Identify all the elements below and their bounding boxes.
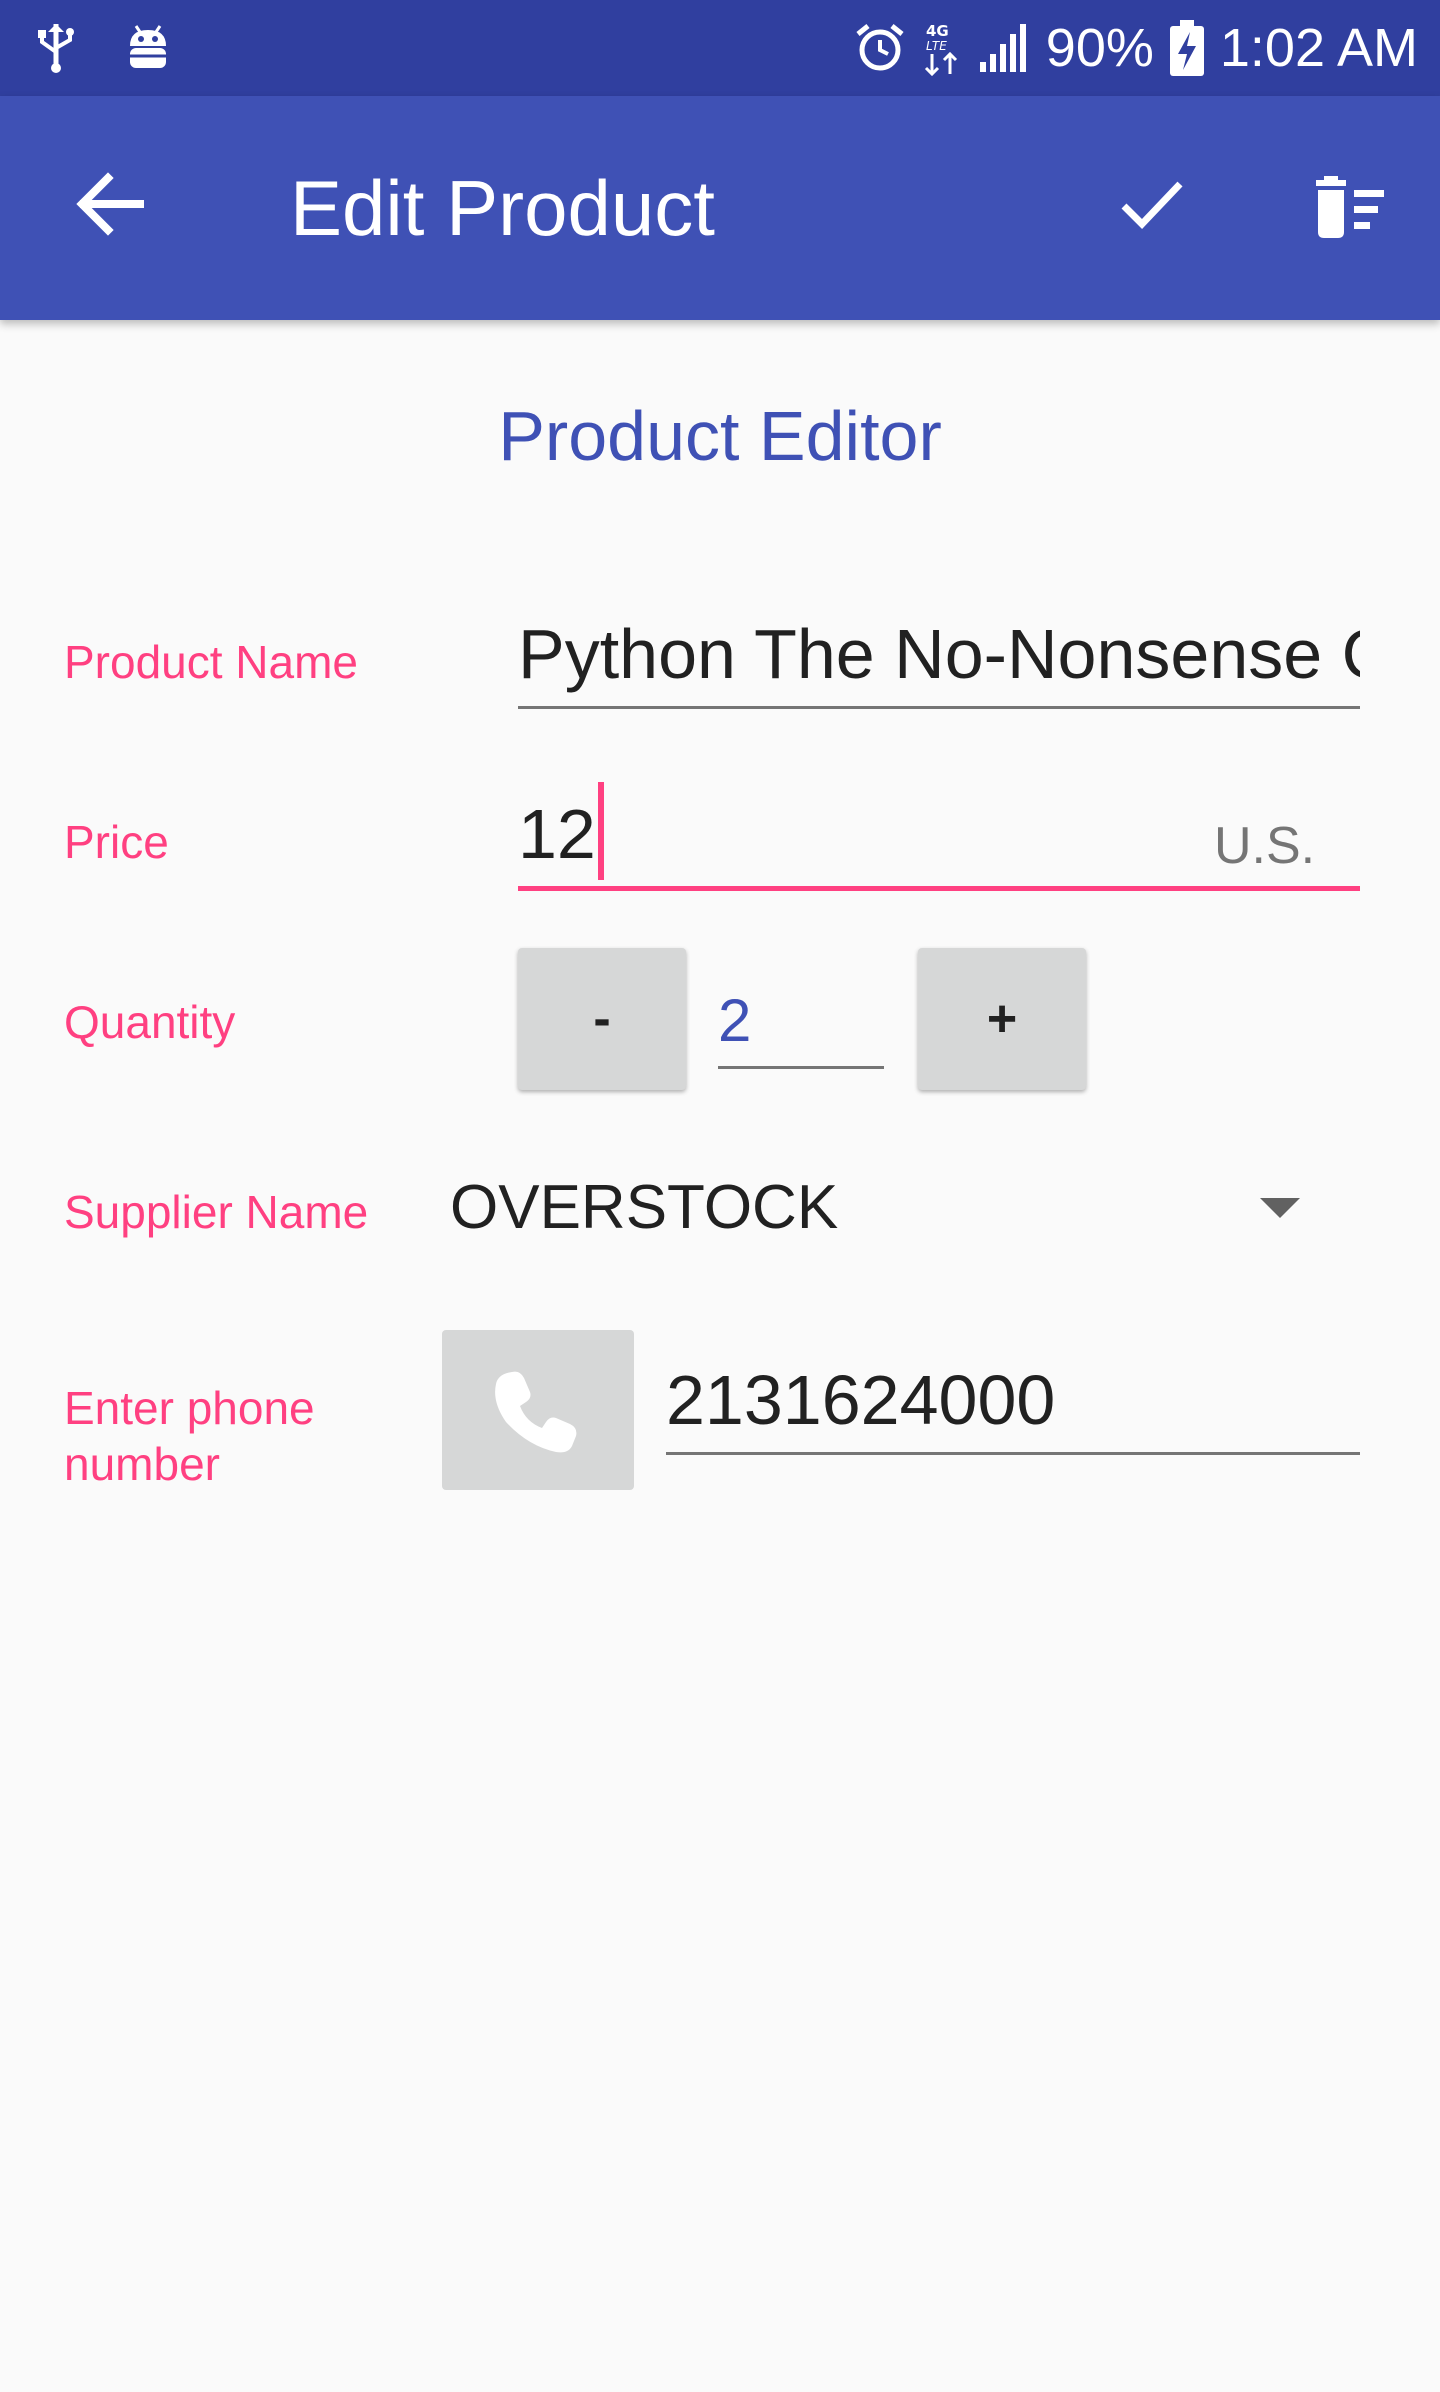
- increment-button[interactable]: +: [918, 948, 1086, 1090]
- save-button[interactable]: [1116, 168, 1188, 240]
- app-bar: Edit Product: [0, 96, 1440, 320]
- signal-icon: [979, 24, 1026, 72]
- clock: 1:02 AM: [1219, 18, 1418, 78]
- editor-title: Product Editor: [498, 397, 942, 475]
- alarm-icon: [856, 24, 904, 71]
- 4g-lte-icon: 4G LTE: [924, 22, 957, 76]
- phone-label: Enter phone number: [64, 1382, 315, 1490]
- delete-sweep-icon: [1316, 176, 1384, 238]
- quantity-underline: [718, 1066, 884, 1069]
- phone-input[interactable]: 2131624000: [666, 1360, 1360, 1440]
- quantity-input[interactable]: 2: [718, 986, 751, 1056]
- text-cursor: [598, 782, 604, 880]
- quantity-label: Quantity: [64, 996, 236, 1048]
- android-debug-icon: [130, 25, 166, 68]
- price-underline: [518, 886, 1360, 891]
- supplier-label: Supplier Name: [64, 1186, 369, 1238]
- status-bar: 4G LTE 90% 1:02 AM: [0, 0, 1440, 96]
- product-name-underline: [518, 706, 1360, 709]
- phone-underline: [666, 1452, 1360, 1455]
- delete-button[interactable]: [1310, 176, 1390, 240]
- battery-charging-icon: [1169, 20, 1204, 76]
- phone-icon: [495, 1371, 577, 1453]
- battery-percent: 90%: [1045, 18, 1154, 78]
- arrow-back-icon: [76, 172, 144, 236]
- price-unit-hint: U.S.: [1214, 817, 1316, 875]
- price-label: Price: [64, 816, 169, 868]
- decrement-button[interactable]: -: [518, 948, 686, 1090]
- supplier-dropdown[interactable]: OVERSTOCK: [450, 1172, 838, 1244]
- chevron-down-icon[interactable]: [1260, 1198, 1300, 1218]
- price-input[interactable]: 12: [518, 794, 1018, 874]
- svg-text:4G: 4G: [926, 22, 949, 40]
- product-name-label: Product Name: [64, 636, 359, 688]
- svg-text:LTE: LTE: [926, 39, 947, 53]
- page-title: Edit Product: [290, 164, 715, 252]
- check-icon: [1121, 181, 1183, 230]
- product-name-input[interactable]: Python The No-Nonsense Guide: [518, 614, 1360, 694]
- usb-icon: [38, 24, 74, 73]
- back-button[interactable]: [72, 164, 152, 244]
- call-button[interactable]: [442, 1330, 634, 1490]
